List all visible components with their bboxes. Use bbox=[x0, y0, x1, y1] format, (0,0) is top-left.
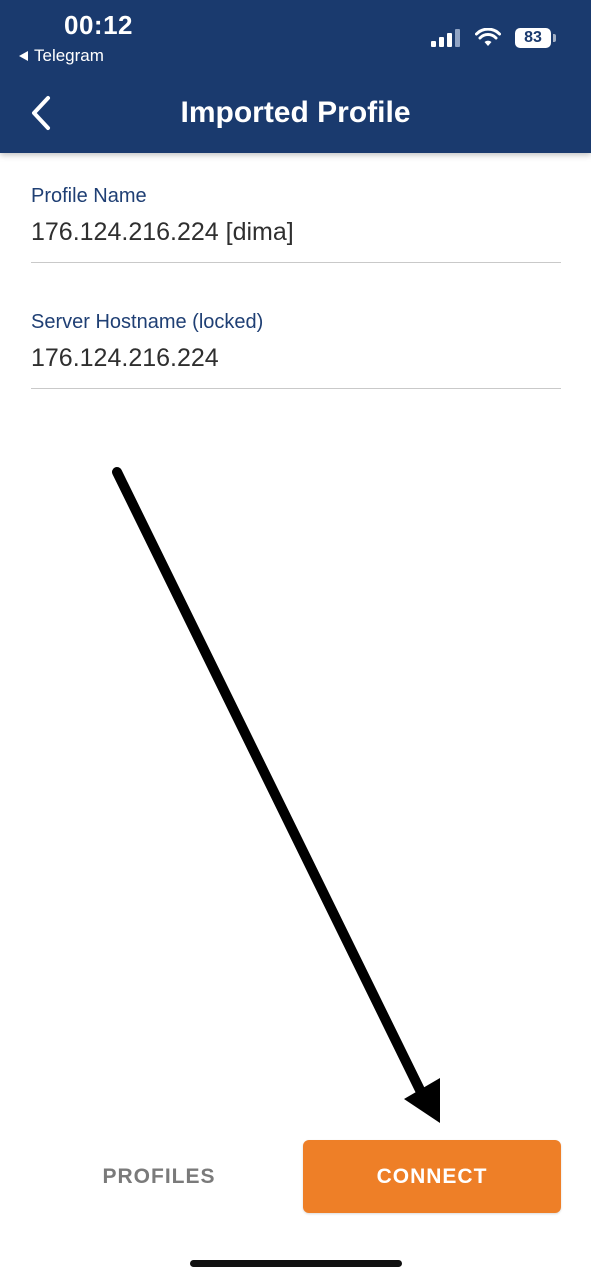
battery-indicator: 83 bbox=[515, 28, 556, 48]
back-chevron-icon[interactable] bbox=[28, 94, 56, 132]
profile-name-value[interactable]: 176.124.216.224 [dima] bbox=[31, 216, 561, 262]
cellular-signal-icon bbox=[431, 29, 460, 47]
app-screen: 00:12 Telegram 83 Imported Profile Profi… bbox=[0, 0, 591, 1280]
back-app-label: Telegram bbox=[34, 46, 104, 65]
status-icons: 83 bbox=[431, 28, 556, 48]
profiles-button[interactable]: PROFILES bbox=[80, 1142, 238, 1212]
server-hostname-label: Server Hostname (locked) bbox=[31, 311, 264, 333]
back-triangle-icon bbox=[19, 51, 28, 61]
app-header: 00:12 Telegram 83 Imported Profile bbox=[0, 0, 591, 153]
status-time: 00:12 bbox=[64, 10, 133, 40]
page-title: Imported Profile bbox=[180, 96, 411, 129]
server-hostname-value: 176.124.216.224 bbox=[31, 344, 219, 372]
connect-button[interactable]: CONNECT bbox=[303, 1140, 561, 1213]
back-to-app-link[interactable]: Telegram bbox=[19, 46, 104, 66]
server-hostname-field: Server Hostname (locked) 176.124.216.224 bbox=[31, 310, 561, 389]
home-indicator[interactable] bbox=[190, 1260, 402, 1267]
profile-name-label: Profile Name bbox=[31, 185, 147, 207]
wifi-icon bbox=[475, 28, 501, 46]
profile-name-field[interactable]: Profile Name 176.124.216.224 [dima] bbox=[31, 184, 561, 263]
